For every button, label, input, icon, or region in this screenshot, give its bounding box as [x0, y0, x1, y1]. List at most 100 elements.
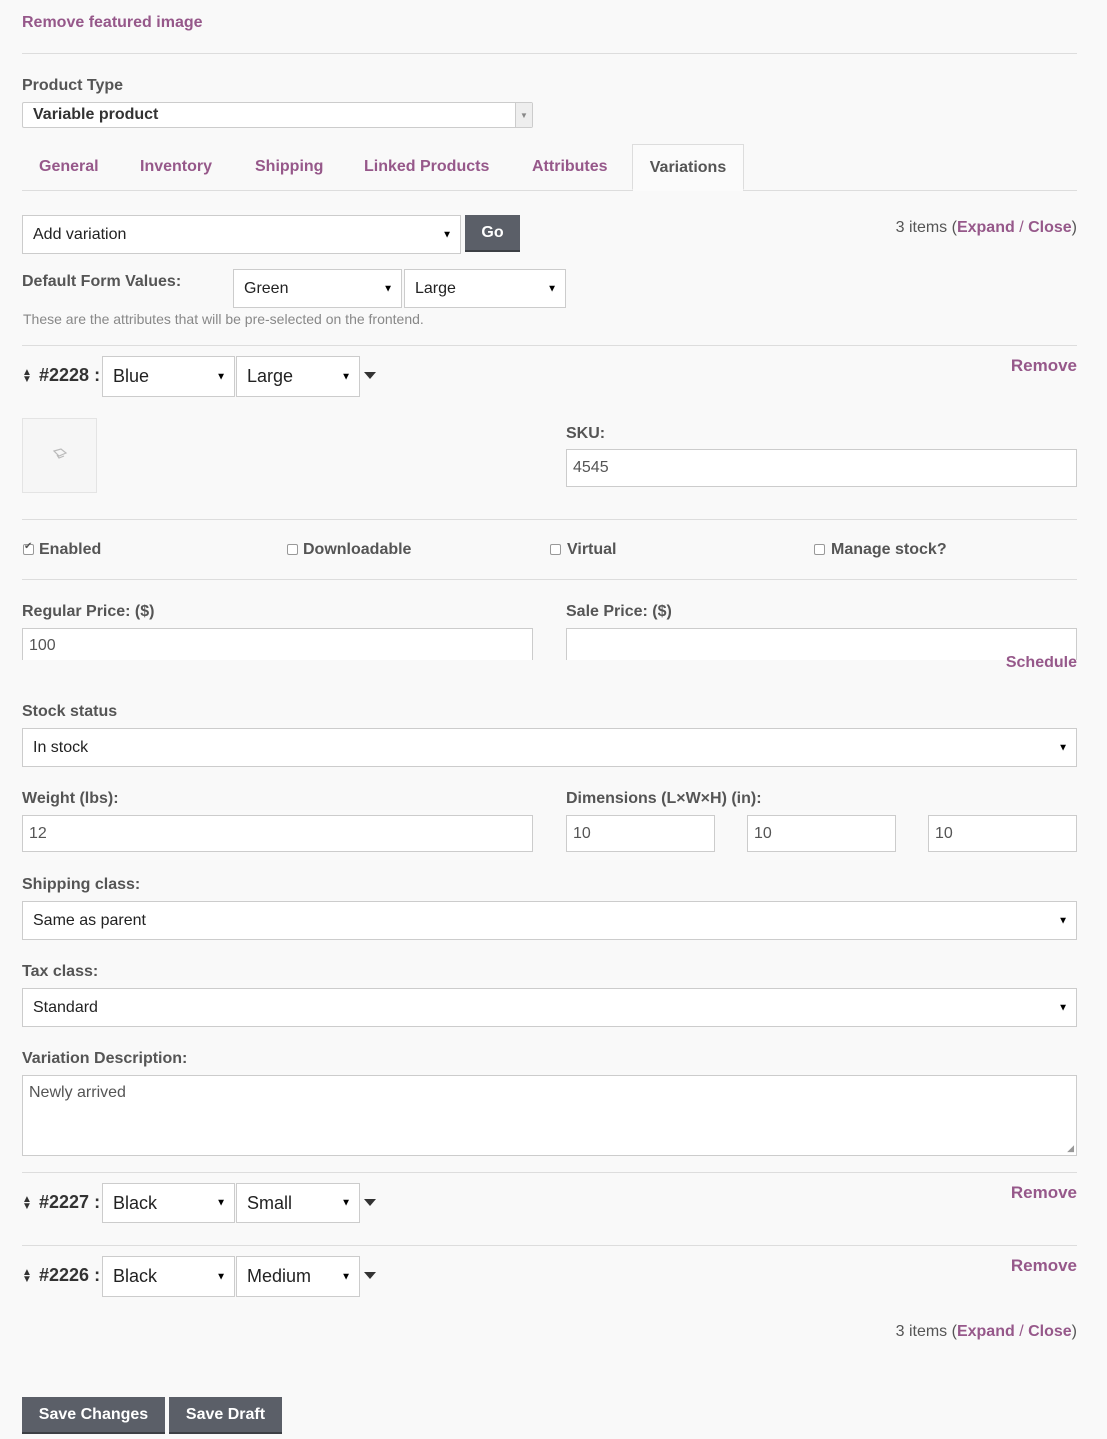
- manage-stock-checkbox[interactable]: [814, 544, 825, 555]
- variation-id: #2227 :: [39, 1192, 101, 1212]
- height-input[interactable]: 10: [928, 815, 1077, 852]
- variation-2226-color-select[interactable]: Black ▼: [102, 1256, 235, 1297]
- stock-status-value: In stock: [33, 738, 89, 756]
- width-value: 10: [754, 824, 772, 842]
- remove-variation-2226-link[interactable]: Remove: [1011, 1256, 1077, 1276]
- save-draft-button[interactable]: Save Draft: [169, 1397, 282, 1434]
- divider: [22, 1172, 1077, 1173]
- expand-toggle-icon[interactable]: [364, 372, 376, 379]
- sku-value: 4545: [573, 459, 609, 476]
- add-variation-select[interactable]: Add variation ▼: [22, 215, 461, 254]
- product-type-select[interactable]: Variable product ▼: [22, 102, 533, 128]
- add-variation-value: Add variation: [33, 225, 127, 243]
- default-color-select[interactable]: Green ▼: [233, 269, 402, 308]
- chevron-down-icon: ▼: [1058, 1002, 1068, 1013]
- divider: [22, 579, 1077, 580]
- downloadable-label: Downloadable: [303, 541, 412, 558]
- sale-price-label: Sale Price: ($): [566, 603, 672, 620]
- tab-general[interactable]: General: [39, 144, 99, 190]
- width-input[interactable]: 10: [747, 815, 896, 852]
- default-color-value: Green: [244, 279, 289, 297]
- stock-status-select[interactable]: In stock ▼: [22, 728, 1077, 767]
- chevron-down-icon: ▼: [216, 1271, 226, 1282]
- slash-separator: /: [1014, 1323, 1029, 1340]
- variation-2228-header[interactable]: ▲ ▼ #2228 :: [22, 365, 100, 386]
- close-link[interactable]: Close: [1028, 219, 1072, 236]
- variation-description-value: Newly arrived: [29, 1084, 126, 1101]
- schedule-link-wrap: Schedule: [1006, 656, 1077, 672]
- resize-handle-icon[interactable]: ◢: [1067, 1143, 1074, 1154]
- close-paren: ): [1071, 1323, 1077, 1340]
- variation-description-textarea[interactable]: Newly arrived ◢: [22, 1075, 1077, 1156]
- remove-variation-2227-link[interactable]: Remove: [1011, 1183, 1077, 1203]
- variation-2227-color-select[interactable]: Black ▼: [102, 1183, 235, 1223]
- sku-input[interactable]: 4545: [566, 449, 1077, 487]
- variation-2227-header[interactable]: ▲ ▼ #2227 :: [22, 1192, 100, 1213]
- chevron-down-icon: ▼: [341, 371, 351, 382]
- remove-featured-image-link[interactable]: Remove featured image: [22, 14, 203, 32]
- variation-2228-size-select[interactable]: Large ▼: [236, 356, 360, 397]
- length-value: 10: [573, 824, 591, 842]
- expand-toggle-icon[interactable]: [364, 1272, 376, 1279]
- chevron-down-icon: ▼: [341, 1271, 351, 1282]
- dimensions-label: Dimensions (L×W×H) (in):: [566, 790, 762, 807]
- variation-id: #2226 :: [39, 1265, 101, 1285]
- variation-color-value: Black: [113, 1192, 158, 1213]
- enabled-checkbox[interactable]: [23, 541, 34, 555]
- sort-icon[interactable]: ▲ ▼: [22, 368, 34, 385]
- variation-id: #2228 :: [39, 365, 101, 385]
- tax-class-label: Tax class:: [22, 963, 99, 980]
- chevron-down-icon: ▼: [515, 103, 532, 127]
- schedule-link[interactable]: Schedule: [1006, 656, 1077, 672]
- sale-price-input[interactable]: [566, 628, 1077, 660]
- manage-stock-label: Manage stock?: [831, 541, 947, 558]
- items-count-top: 3 items (Expand / Close): [896, 219, 1077, 237]
- chevron-down-icon: ▼: [547, 283, 557, 294]
- clip-band: [0, 660, 1107, 672]
- weight-input[interactable]: 12: [22, 815, 533, 852]
- variation-2227-size-select[interactable]: Small ▼: [236, 1183, 360, 1223]
- variation-image-upload[interactable]: [22, 418, 97, 493]
- variation-2226-size-select[interactable]: Medium ▼: [236, 1256, 360, 1297]
- variation-size-value: Small: [247, 1192, 293, 1213]
- variation-2226-header[interactable]: ▲ ▼ #2226 :: [22, 1265, 100, 1286]
- tax-class-select[interactable]: Standard ▼: [22, 988, 1077, 1027]
- tax-class-value: Standard: [33, 998, 98, 1016]
- default-form-hint: These are the attributes that will be pr…: [23, 311, 424, 327]
- chevron-down-icon: ▼: [341, 1197, 351, 1209]
- expand-toggle-icon[interactable]: [364, 1199, 376, 1206]
- sort-icon[interactable]: ▲ ▼: [22, 1195, 34, 1212]
- weight-label: Weight (lbs):: [22, 790, 119, 807]
- shipping-class-select[interactable]: Same as parent ▼: [22, 901, 1077, 940]
- default-size-select[interactable]: Large ▼: [404, 269, 566, 308]
- variation-description-label: Variation Description:: [22, 1050, 188, 1067]
- sort-icon[interactable]: ▲ ▼: [22, 1268, 34, 1285]
- expand-link[interactable]: Expand: [957, 1323, 1015, 1340]
- tab-shipping[interactable]: Shipping: [255, 144, 323, 190]
- expand-link[interactable]: Expand: [957, 219, 1015, 236]
- chevron-down-icon: ▼: [1058, 742, 1068, 753]
- chevron-down-icon: ▼: [216, 1197, 226, 1209]
- active-tab-gap: [633, 189, 743, 191]
- go-button[interactable]: Go: [465, 215, 520, 252]
- variation-2228-color-select[interactable]: Blue ▼: [102, 356, 235, 397]
- divider: [22, 53, 1077, 54]
- tab-variations[interactable]: Variations: [632, 144, 744, 190]
- length-input[interactable]: 10: [566, 815, 715, 852]
- tab-attributes[interactable]: Attributes: [532, 144, 608, 190]
- tab-inventory[interactable]: Inventory: [140, 144, 212, 190]
- default-size-value: Large: [415, 279, 456, 297]
- close-link[interactable]: Close: [1028, 1323, 1072, 1340]
- virtual-checkbox[interactable]: [550, 544, 561, 555]
- product-type-label: Product Type: [22, 77, 124, 94]
- regular-price-input[interactable]: 100: [22, 628, 533, 660]
- downloadable-checkbox[interactable]: [287, 544, 298, 555]
- height-value: 10: [935, 824, 953, 842]
- product-type-value: Variable product: [33, 106, 159, 123]
- tab-linked-products[interactable]: Linked Products: [364, 144, 489, 190]
- save-changes-button[interactable]: Save Changes: [22, 1397, 165, 1434]
- regular-price-label: Regular Price: ($): [22, 603, 155, 620]
- remove-variation-2228-link[interactable]: Remove: [1011, 356, 1077, 376]
- divider: [22, 345, 1077, 346]
- close-paren: ): [1071, 219, 1077, 236]
